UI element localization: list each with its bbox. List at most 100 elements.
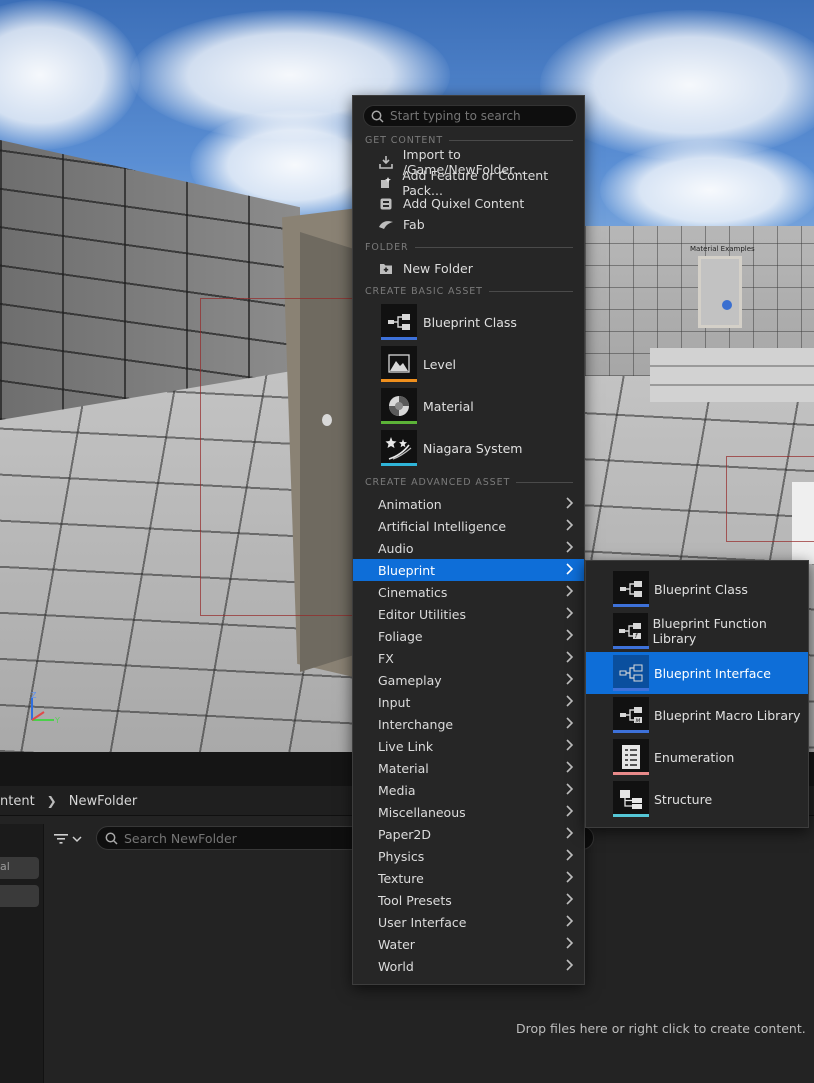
level-icon [381,346,417,382]
advanced-asset-media[interactable]: Media [353,779,584,801]
material-icon [381,388,417,424]
advanced-asset-label: Live Link [378,738,434,754]
menu-item-new-folder[interactable]: New Folder [353,258,584,279]
advanced-asset-world[interactable]: World [353,955,584,977]
chevron-right-icon [566,497,574,509]
basic-asset-niagara-system[interactable]: Niagara System [353,427,584,469]
blueprint-class-icon [381,304,417,340]
advanced-asset-paper2d[interactable]: Paper2D [353,823,584,845]
blueprint-class-icon [613,571,649,607]
blueprint-function-library-icon: f [613,613,649,649]
advanced-asset-interchange[interactable]: Interchange [353,713,584,735]
advanced-asset-editor-utilities[interactable]: Editor Utilities [353,603,584,625]
advanced-asset-audio[interactable]: Audio [353,537,584,559]
content-browser-search-input[interactable] [124,830,364,846]
advanced-asset-label: Miscellaneous [378,804,466,820]
submenu-item-label: Blueprint Function Library [652,616,767,646]
gizmo-z-label: Z [31,692,37,700]
menu-item-label: Add Quixel Content [403,196,525,211]
add-asset-context-menu: GET CONTENT Import to /Game/NewFolder...… [352,95,585,985]
basic-asset-label: Level [423,356,456,372]
selection-bounds [200,298,360,616]
basic-asset-material[interactable]: Material [353,385,584,427]
submenu-item-enumeration[interactable]: Enumeration [586,736,808,778]
fab-icon [378,217,394,233]
advanced-asset-label: Material [378,760,429,776]
advanced-asset-fx[interactable]: FX [353,647,584,669]
advanced-asset-label: Water [378,936,415,952]
submenu-item-label: Enumeration [654,749,735,765]
submenu-item-structure[interactable]: Structure [586,778,808,820]
section-label: CREATE ADVANCED ASSET [365,476,511,488]
submenu-item-blueprint-macro-library[interactable]: M Blueprint Macro Library [586,694,808,736]
advanced-asset-artificial-intelligence[interactable]: Artificial Intelligence [353,515,584,537]
basic-asset-blueprint-class[interactable]: Blueprint Class [353,301,584,343]
advanced-asset-animation[interactable]: Animation [353,493,584,515]
sidebar-chip[interactable]: al [0,857,39,879]
search-icon [105,832,118,845]
cloud [0,0,140,150]
blueprint-submenu: Blueprint Class f Blueprint Function Lib… [585,560,809,828]
material-examples-label: Material Examples [690,245,755,253]
sidebar-chip[interactable] [0,885,39,907]
advanced-asset-material[interactable]: Material [353,757,584,779]
menu-item-add-feature[interactable]: Add Feature or Content Pack... [353,168,584,198]
import-icon [378,154,394,170]
chevron-right-icon [566,651,574,663]
selection-bounds [726,456,814,542]
menu-search-input[interactable] [390,109,570,123]
section-label: FOLDER [365,241,409,253]
section-label: CREATE BASIC ASSET [365,285,483,297]
submenu-item-label: Blueprint Class [654,581,748,597]
submenu-item-blueprint-function-library[interactable]: f Blueprint Function Library [586,610,808,652]
advanced-asset-user-interface[interactable]: User Interface [353,911,584,933]
menu-item-add-quixel[interactable]: Add Quixel Content [353,193,584,214]
advanced-asset-miscellaneous[interactable]: Miscellaneous [353,801,584,823]
advanced-asset-blueprint[interactable]: Blueprint [353,559,584,581]
chevron-down-icon [72,836,82,843]
submenu-item-blueprint-interface[interactable]: Blueprint Interface [586,652,808,694]
advanced-asset-gameplay[interactable]: Gameplay [353,669,584,691]
advanced-asset-texture[interactable]: Texture [353,867,584,889]
submenu-item-blueprint-class[interactable]: Blueprint Class [586,568,808,610]
chevron-right-icon [566,717,574,729]
advanced-asset-label: Animation [378,496,442,512]
advanced-asset-water[interactable]: Water [353,933,584,955]
drop-hint-text: Drop files here or right click to create… [516,1021,806,1036]
menu-item-fab[interactable]: Fab [353,214,584,235]
new-folder-icon [378,261,394,277]
submenu-item-label: Structure [654,791,713,807]
advanced-asset-label: Physics [378,848,425,864]
filter-button[interactable] [54,830,88,848]
menu-search[interactable] [363,105,577,127]
section-get-content: GET CONTENT [365,133,573,147]
chevron-right-icon [566,695,574,707]
breadcrumb-item-content[interactable]: ntent [0,794,35,809]
advanced-asset-input[interactable]: Input [353,691,584,713]
chevron-right-icon [566,585,574,597]
advanced-asset-foliage[interactable]: Foliage [353,625,584,647]
chevron-right-icon [566,739,574,751]
gizmo-y-label: Y [54,716,60,725]
advanced-asset-label: Blueprint [378,562,436,578]
advanced-asset-label: Cinematics [378,584,448,600]
chevron-right-icon [566,629,574,641]
section-label: GET CONTENT [365,134,444,146]
advanced-asset-label: Artificial Intelligence [378,518,507,534]
chevron-right-icon [566,849,574,861]
breadcrumb-item-newfolder[interactable]: NewFolder [69,794,138,809]
submenu-item-label: Blueprint Macro Library [654,707,801,723]
advanced-asset-live-link[interactable]: Live Link [353,735,584,757]
blueprint-interface-icon [613,655,649,691]
advanced-asset-label: Texture [378,870,424,886]
advanced-asset-label: FX [378,650,394,666]
basic-asset-label: Blueprint Class [423,314,517,330]
chevron-right-icon [566,673,574,685]
advanced-asset-physics[interactable]: Physics [353,845,584,867]
chevron-right-icon [566,871,574,883]
content-pack-icon [378,175,393,191]
quixel-icon [378,196,394,212]
basic-asset-level[interactable]: Level [353,343,584,385]
advanced-asset-cinematics[interactable]: Cinematics [353,581,584,603]
advanced-asset-tool-presets[interactable]: Tool Presets [353,889,584,911]
